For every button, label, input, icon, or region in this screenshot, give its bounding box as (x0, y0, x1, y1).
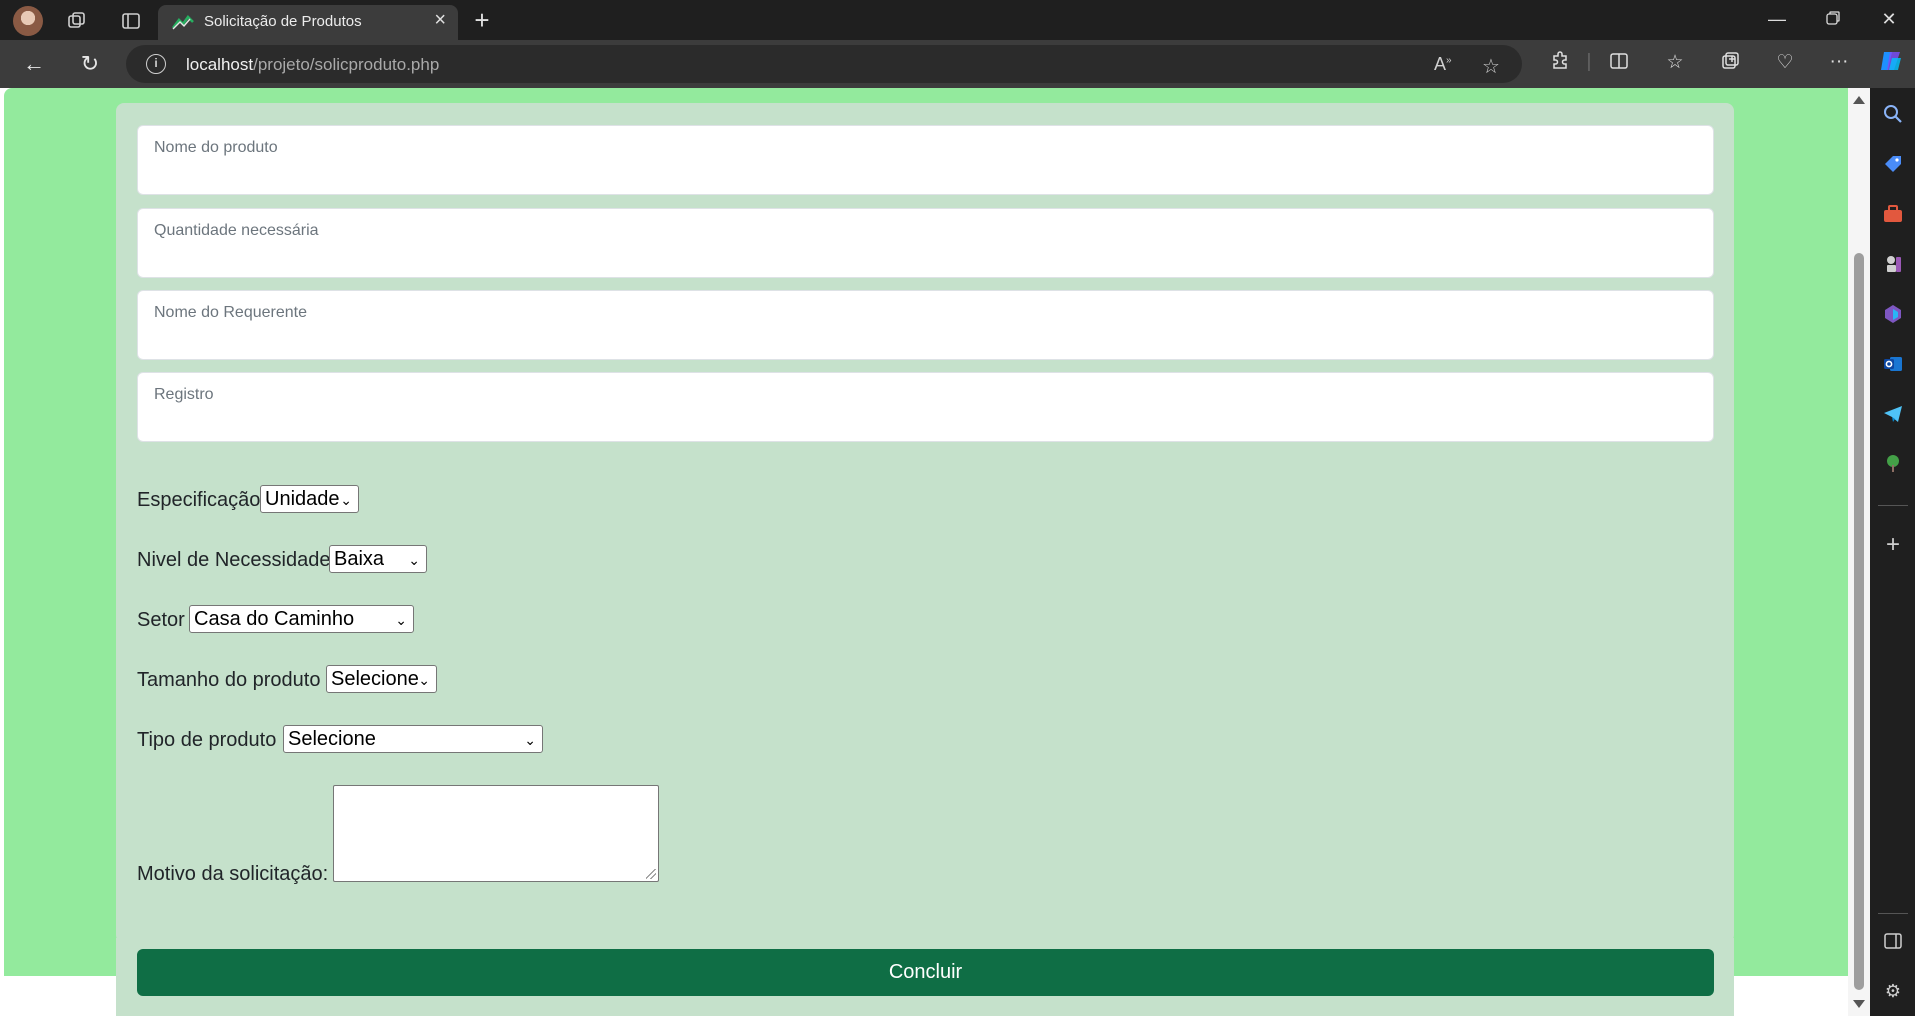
telegram-send-icon[interactable] (1880, 401, 1906, 427)
chevron-down-icon: ⌄ (395, 612, 407, 628)
chevron-down-icon: ⌄ (340, 492, 352, 508)
games-chess-icon[interactable] (1880, 251, 1906, 277)
more-options-icon[interactable]: ··· (1824, 51, 1854, 73)
split-screen-icon[interactable] (1604, 51, 1634, 77)
requerente-input[interactable] (154, 325, 1694, 349)
sidebar-divider-bottom (1878, 913, 1908, 914)
favorite-star-icon[interactable]: ☆ (1482, 54, 1500, 79)
toolbar-divider: | (1586, 51, 1592, 72)
requerente-field[interactable]: Nome do Requerente (137, 290, 1714, 360)
especificacao-label: Especificação (137, 489, 261, 511)
edge-sidebar: + ⚙ (1870, 88, 1915, 1016)
motivo-textarea[interactable] (333, 785, 659, 882)
minimize-icon[interactable]: — (1757, 4, 1797, 34)
new-tab-icon[interactable]: + (467, 5, 497, 35)
setor-value: Casa do Caminho (194, 608, 355, 630)
active-tab[interactable]: Solicitação de Produtos × (158, 5, 458, 40)
browser-window: Solicitação de Produtos × + — ✕ ← ↻ i lo… (0, 0, 1915, 1016)
scroll-thumb[interactable] (1854, 253, 1864, 990)
chevron-down-icon: ⌄ (408, 552, 420, 568)
browser-essentials-icon[interactable]: ♡ (1770, 51, 1800, 74)
tab-title: Solicitação de Produtos (204, 13, 362, 30)
especificacao-value: Unidade (265, 488, 340, 510)
hide-sidebar-icon[interactable] (1880, 928, 1906, 954)
setor-select[interactable]: Casa do Caminho ⌄ (189, 605, 414, 633)
scroll-up-icon[interactable] (1853, 96, 1865, 104)
restore-icon[interactable] (1813, 4, 1853, 34)
page-viewport: Nome do produto Quantidade necessária No… (0, 88, 1848, 1016)
resize-grip-icon[interactable] (646, 869, 656, 879)
tamanho-label: Tamanho do produto (137, 669, 321, 691)
title-bar: Solicitação de Produtos × + — ✕ (0, 0, 1915, 40)
collections-icon[interactable] (1715, 51, 1745, 77)
nivel-value: Baixa (334, 548, 385, 570)
url-path: /projeto/solicproduto.php (253, 55, 440, 74)
shopping-tag-icon[interactable] (1880, 151, 1906, 177)
site-info-icon[interactable]: i (146, 54, 166, 74)
quantidade-label: Quantidade necessária (154, 222, 319, 239)
navigation-bar: ← ↻ i localhost/projeto/solicproduto.php… (0, 40, 1915, 88)
motivo-label: Motivo da solicitação: (137, 863, 329, 885)
nivel-select[interactable]: Baixa ⌄ (329, 545, 427, 573)
close-tab-icon[interactable]: × (434, 9, 446, 32)
quantidade-field[interactable]: Quantidade necessária (137, 208, 1714, 278)
tipo-value: Selecione (288, 728, 376, 750)
outlook-icon[interactable] (1880, 351, 1906, 377)
especificacao-select[interactable]: Unidade ⌄ (260, 485, 359, 513)
page-scrollbar[interactable] (1848, 88, 1870, 1016)
search-icon[interactable] (1880, 101, 1906, 127)
nome-produto-field[interactable]: Nome do produto (137, 125, 1714, 195)
nome-produto-input[interactable] (154, 160, 1694, 184)
requerente-label: Nome do Requerente (154, 304, 307, 321)
tools-briefcase-icon[interactable] (1880, 201, 1906, 227)
refresh-icon[interactable]: ↻ (74, 49, 106, 79)
url-text[interactable]: localhost/projeto/solicproduto.php (186, 55, 439, 75)
chevron-down-icon: ⌄ (524, 732, 536, 748)
tipo-label: Tipo de produto (137, 729, 277, 751)
drop-tree-icon[interactable] (1880, 451, 1906, 477)
registro-input[interactable] (154, 407, 1694, 431)
tipo-select[interactable]: Selecione ⌄ (283, 725, 543, 753)
read-aloud-icon[interactable]: A» (1434, 54, 1452, 75)
registro-label: Registro (154, 386, 214, 403)
chevron-down-icon: ⌄ (418, 672, 430, 688)
url-host: localhost (186, 55, 254, 74)
registro-field[interactable]: Registro (137, 372, 1714, 442)
sidebar-divider (1878, 505, 1908, 506)
favorites-icon[interactable]: ☆ (1660, 51, 1690, 74)
scroll-down-icon[interactable] (1853, 1000, 1865, 1008)
add-sidebar-app-icon[interactable]: + (1880, 531, 1906, 558)
extensions-icon[interactable] (1545, 51, 1575, 77)
tamanho-select[interactable]: Selecione ⌄ (326, 665, 437, 693)
quantidade-input[interactable] (154, 243, 1694, 267)
workspaces-icon[interactable] (64, 8, 90, 34)
microsoft-365-icon[interactable] (1880, 301, 1906, 327)
site-favicon-icon (171, 14, 194, 30)
nivel-label: Nivel de Necessidade (137, 549, 331, 571)
copilot-icon[interactable] (1876, 48, 1906, 80)
close-window-icon[interactable]: ✕ (1869, 4, 1909, 34)
back-icon[interactable]: ← (18, 49, 50, 79)
vertical-tabs-icon[interactable] (118, 8, 144, 34)
address-bar[interactable]: i localhost/projeto/solicproduto.php A» … (126, 45, 1522, 83)
profile-avatar[interactable] (13, 6, 43, 36)
sidebar-settings-gear-icon[interactable]: ⚙ (1880, 978, 1906, 1004)
nome-produto-label: Nome do produto (154, 139, 278, 156)
tamanho-value: Selecione (331, 668, 419, 690)
setor-label: Setor (137, 609, 185, 631)
concluir-button[interactable]: Concluir (137, 949, 1714, 996)
